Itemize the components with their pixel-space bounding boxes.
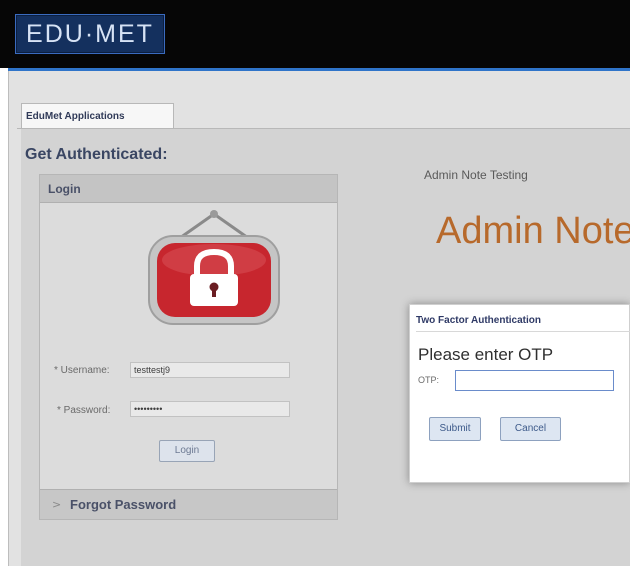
page-title: Get Authenticated: [25, 146, 168, 163]
edumet-logo: EDU·MET [15, 14, 165, 54]
password-label: * Password: [57, 405, 111, 416]
otp-prompt: Please enter OTP [418, 345, 554, 364]
forgot-password-label: Forgot Password [70, 497, 177, 512]
admin-note-caption: Admin Note Testing [424, 168, 528, 182]
dialog-title: Two Factor Authentication [416, 315, 541, 326]
app-header: EDU·MET [0, 0, 630, 68]
chevron-right-icon: > [52, 498, 62, 511]
tab-edumet-applications[interactable]: EduMet Applications [21, 103, 174, 129]
otp-input[interactable] [455, 370, 614, 391]
dialog-divider [416, 331, 630, 332]
forgot-password-toggle[interactable]: > Forgot Password [40, 489, 337, 519]
login-panel: Login * Username: testtestj9 * Password:… [39, 174, 338, 520]
otp-label: OTP: [418, 375, 440, 385]
cancel-button[interactable]: Cancel [500, 417, 561, 441]
login-panel-title: Login [40, 175, 337, 203]
login-button[interactable]: Login [159, 440, 215, 462]
submit-button[interactable]: Submit [429, 417, 481, 441]
lock-icon [143, 208, 285, 328]
username-label: * Username: [54, 365, 110, 376]
two-factor-dialog: Two Factor Authentication Please enter O… [409, 304, 630, 483]
password-field[interactable]: ••••••••• [130, 401, 290, 417]
logo-text: EDU·MET [26, 20, 154, 48]
admin-note-heading: Admin Note [436, 210, 630, 252]
username-field[interactable]: testtestj9 [130, 362, 290, 378]
